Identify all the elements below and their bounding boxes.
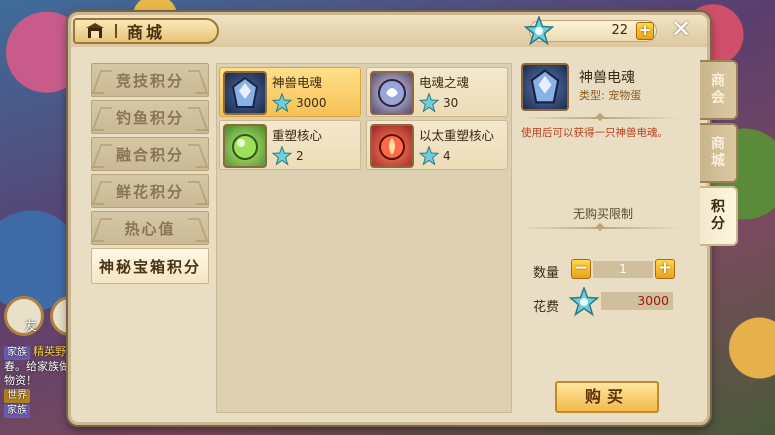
chat-tag: 世界 — [4, 389, 30, 403]
divider — [521, 117, 681, 119]
category-label: 竞技积分 — [115, 71, 184, 90]
chat-line: 春。给家族做 — [4, 360, 70, 373]
shop-stall-icon — [83, 22, 107, 40]
category-label: 鲜花积分 — [115, 182, 184, 201]
tab-label: 商城 — [711, 136, 725, 169]
tab-mall[interactable]: 商城 — [700, 123, 738, 183]
close-icon[interactable]: ✕ — [668, 17, 694, 43]
star-coin-icon — [523, 14, 555, 46]
cost-label: 花费 — [533, 300, 560, 315]
divider — [521, 227, 681, 229]
category-flower-points[interactable]: 鲜花积分 — [91, 174, 209, 208]
increase-quantity-button[interactable]: + — [655, 259, 675, 279]
title-separator — [115, 24, 117, 38]
category-fusion-points[interactable]: 融合积分 — [91, 137, 209, 171]
item-name: 电魂之魂 — [419, 75, 470, 90]
star-coin-icon — [271, 145, 293, 166]
item-name: 神兽电魂 — [272, 75, 323, 90]
item-name: 重塑核心 — [272, 128, 323, 143]
tab-guild-shop[interactable]: 商会 — [700, 60, 738, 120]
category-kindness[interactable]: 热心值 — [91, 211, 209, 245]
star-coin-icon — [418, 145, 440, 166]
star-coin-icon — [568, 285, 600, 317]
item-card[interactable]: 重塑核心 2 — [219, 120, 361, 170]
window-title: 商城 — [127, 23, 166, 42]
category-label: 钓鱼积分 — [115, 108, 184, 127]
title-bar: 商城 22 + ✕ — [71, 14, 707, 47]
chat-log: 家族 精英野 春。给家族做 物资！ 世界 家族 — [4, 345, 72, 418]
category-label: 融合积分 — [115, 145, 184, 164]
tab-label: 商会 — [711, 73, 725, 106]
item-name: 以太重塑核心 — [419, 128, 495, 143]
buy-button[interactable]: 购买 — [555, 381, 659, 413]
quantity-field[interactable]: 1 — [593, 261, 653, 278]
tab-points[interactable]: 积分 — [700, 186, 738, 246]
add-currency-button[interactable]: + — [636, 22, 654, 40]
decrease-quantity-button[interactable]: − — [571, 259, 591, 279]
category-arena-points[interactable]: 竞技积分 — [91, 63, 209, 97]
currency-value: 22 — [611, 23, 628, 38]
item-card[interactable]: 神兽电魂 3000 — [219, 67, 361, 117]
chat-tag: 家族 — [4, 404, 30, 418]
detail-description: 使用后可以获得一只神兽电魂。 — [521, 127, 668, 139]
purchase-limit-text: 无购买限制 — [572, 207, 633, 221]
star-coin-icon — [271, 92, 293, 113]
item-price: 2 — [296, 149, 304, 163]
category-fishing-points[interactable]: 钓鱼积分 — [91, 100, 209, 134]
item-price: 30 — [443, 96, 459, 110]
friend-avatar-label: 友 — [25, 319, 38, 333]
category-label: 热心值 — [124, 219, 176, 238]
item-price: 3000 — [296, 96, 327, 110]
tab-label: 积分 — [711, 199, 725, 232]
category-mystery-chest-points[interactable]: 神秘宝箱积分 — [91, 248, 209, 284]
chat-tag: 家族 — [4, 346, 30, 360]
total-cost-value: 3000 — [601, 292, 673, 310]
detail-item-type: 类型: 宠物蛋 — [579, 89, 642, 102]
soul-orb-icon — [370, 71, 414, 115]
chat-line: 物资！ — [4, 374, 37, 387]
item-grid: 神兽电魂 3000 电魂之魂 30 重塑核心 2 以太重塑核心 4 — [216, 63, 512, 413]
currency-display: 22 + — [523, 14, 657, 46]
quantity-label: 数量 — [533, 266, 560, 281]
category-label: 神秘宝箱积分 — [98, 257, 201, 276]
green-core-icon — [223, 124, 267, 168]
detail-item-name: 神兽电魂 — [579, 70, 635, 86]
ether-core-icon — [370, 124, 414, 168]
item-card[interactable]: 以太重塑核心 4 — [366, 120, 508, 170]
title-pill: 商城 — [73, 18, 219, 44]
item-price: 4 — [443, 149, 451, 163]
shop-panel: 商城 22 + ✕ 竞技积分 钓鱼积分 融合积分 鲜花积分 热心值 神秘宝箱积分 — [68, 12, 710, 425]
category-list: 竞技积分 钓鱼积分 融合积分 鲜花积分 热心值 神秘宝箱积分 — [91, 63, 209, 287]
item-detail-panel: 神兽电魂 类型: 宠物蛋 使用后可以获得一只神兽电魂。 无购买限制 数量 − 1… — [521, 63, 701, 415]
friend-avatar[interactable]: 友 — [4, 296, 44, 336]
beast-egg-icon — [521, 63, 569, 111]
item-card[interactable]: 电魂之魂 30 — [366, 67, 508, 117]
beast-egg-icon — [223, 71, 267, 115]
chat-sender: 精英野 — [33, 345, 66, 358]
star-coin-icon — [418, 92, 440, 113]
